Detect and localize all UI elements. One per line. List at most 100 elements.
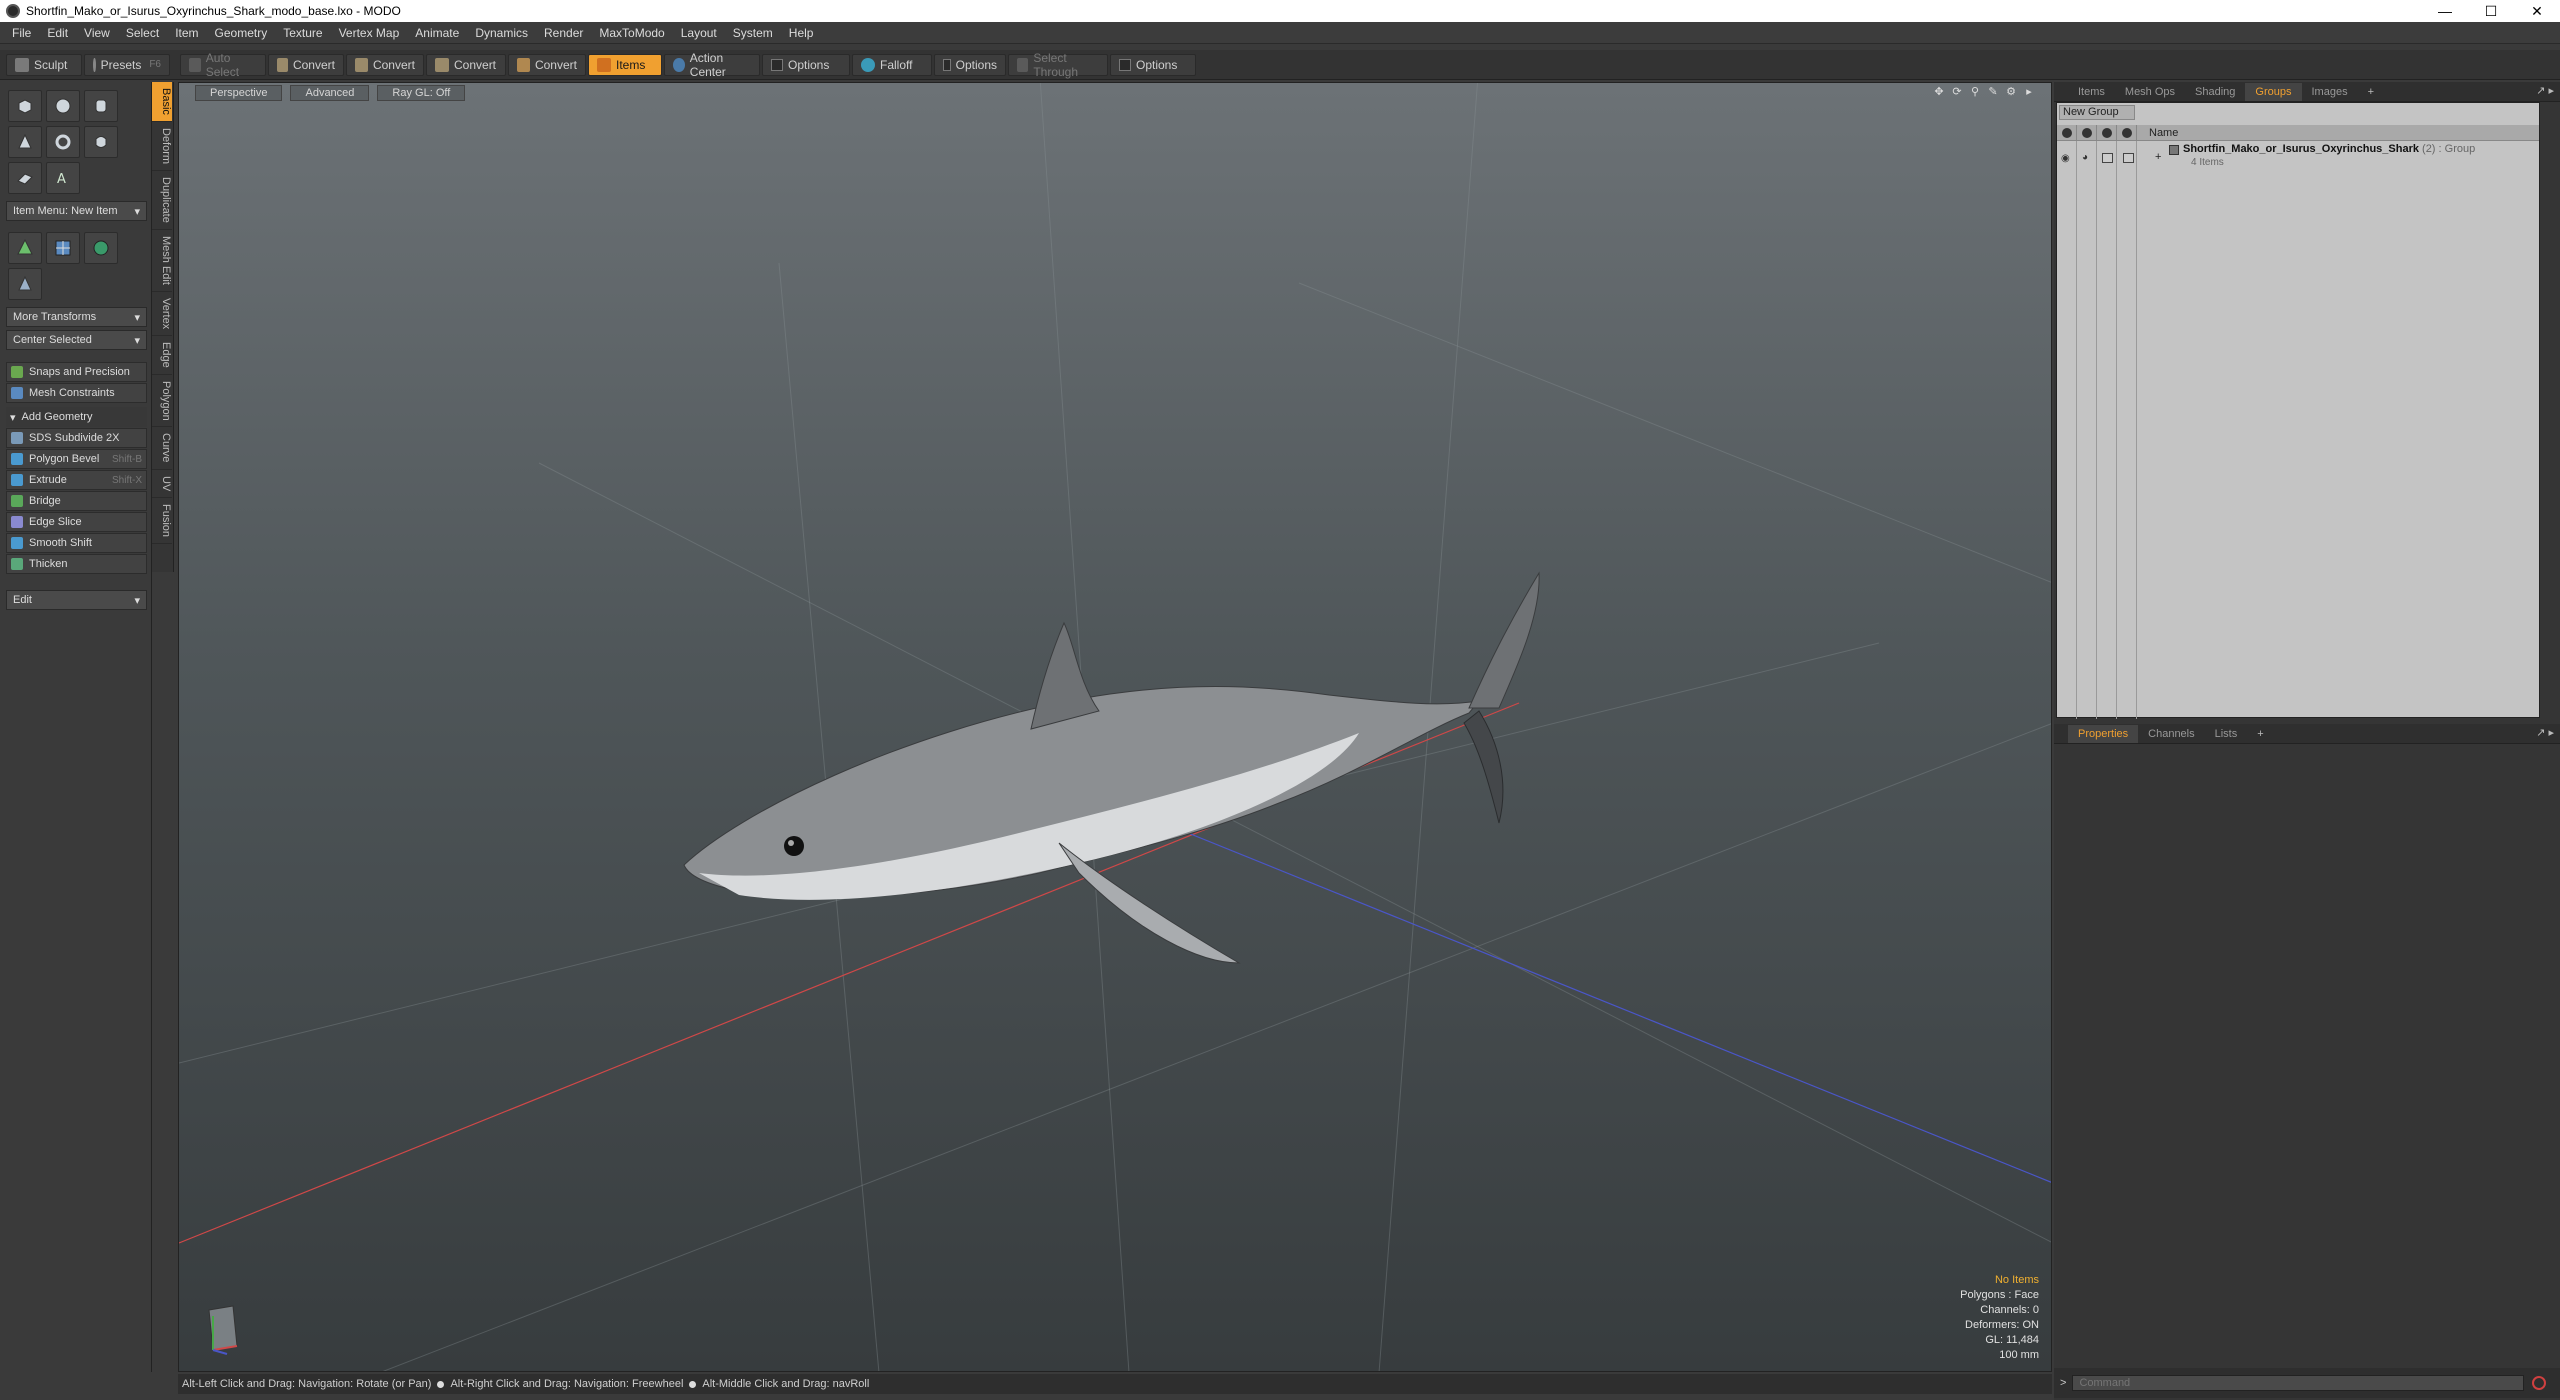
- perspective-tab[interactable]: Perspective: [195, 85, 283, 101]
- menu-help[interactable]: Help: [781, 22, 822, 44]
- menu-animate[interactable]: Animate: [407, 22, 467, 44]
- record-icon[interactable]: [2532, 1376, 2547, 1390]
- eye-icon[interactable]: ◉: [2061, 153, 2070, 164]
- edge-slice-button[interactable]: Edge Slice: [6, 512, 147, 532]
- expand-panel-icon[interactable]: ↗ ▸: [2536, 84, 2554, 97]
- vtab-edge[interactable]: Edge: [152, 336, 172, 375]
- tab-lists[interactable]: Lists: [2205, 725, 2248, 743]
- maximize-icon[interactable]: ☐: [2468, 0, 2514, 22]
- polygon-bevel-button[interactable]: Polygon Bevel Shift-B: [6, 449, 147, 469]
- plane-icon[interactable]: [8, 162, 42, 194]
- falloff-button[interactable]: Falloff: [852, 53, 932, 76]
- cylinder-icon[interactable]: [84, 90, 118, 122]
- items-mode-button[interactable]: Items: [588, 53, 662, 76]
- options-checkbox[interactable]: [1119, 58, 1131, 71]
- sphere-icon[interactable]: [46, 90, 80, 122]
- item-menu-dropdown[interactable]: Item Menu: New Item ▾: [6, 201, 147, 221]
- mesh-constraints-button[interactable]: Mesh Constraints: [6, 383, 147, 403]
- render-column-icon[interactable]: [2077, 125, 2097, 141]
- visibility-column-icon[interactable]: [2057, 125, 2077, 141]
- tab-images[interactable]: Images: [2302, 83, 2358, 101]
- vtab-duplicate[interactable]: Duplicate: [152, 171, 172, 230]
- grid-tool-icon[interactable]: [46, 232, 80, 264]
- gear-icon[interactable]: ⚙: [2003, 85, 2019, 101]
- vtab-mesh-edit[interactable]: Mesh Edit: [152, 230, 172, 292]
- options-checkbox[interactable]: [771, 58, 783, 71]
- vtab-uv[interactable]: UV: [152, 470, 172, 499]
- brush-icon[interactable]: ✎: [1985, 85, 2001, 101]
- sds-subdivide-button[interactable]: SDS Subdivide 2X: [6, 428, 147, 448]
- menu-dynamics[interactable]: Dynamics: [467, 22, 536, 44]
- extrude-button[interactable]: Extrude Shift-X: [6, 470, 147, 490]
- menu-edit[interactable]: Edit: [39, 22, 76, 44]
- menu-geometry[interactable]: Geometry: [207, 22, 276, 44]
- center-selected-dropdown[interactable]: Center Selected ▾: [6, 330, 147, 350]
- capsule-icon[interactable]: [84, 126, 118, 158]
- action-center-button[interactable]: Action Center: [664, 51, 760, 79]
- add-tab-button[interactable]: +: [2358, 83, 2384, 101]
- close-icon[interactable]: ✕: [2514, 0, 2560, 22]
- text-tool-icon[interactable]: A: [46, 162, 80, 194]
- arrow-right-icon[interactable]: ▸: [2021, 85, 2037, 101]
- command-history-icon[interactable]: >: [2060, 1377, 2066, 1389]
- falloff-options-button[interactable]: Options: [934, 53, 1006, 76]
- pan-icon[interactable]: ✥: [1931, 85, 1947, 101]
- tab-mesh-ops[interactable]: Mesh Ops: [2115, 83, 2185, 101]
- menu-vertex-map[interactable]: Vertex Map: [331, 22, 408, 44]
- ray-gl-tab[interactable]: Ray GL: Off: [377, 85, 466, 101]
- vtab-deform[interactable]: Deform: [152, 122, 172, 171]
- lock-toggle-box[interactable]: [2102, 153, 2113, 163]
- new-group-button[interactable]: New Group: [2059, 105, 2135, 120]
- lock-column-icon[interactable]: [2097, 125, 2117, 141]
- tab-groups[interactable]: Groups: [2245, 82, 2302, 101]
- select-toggle-box[interactable]: [2123, 153, 2134, 163]
- tab-properties[interactable]: Properties: [2068, 724, 2139, 743]
- presets-button[interactable]: Presets F6: [84, 53, 170, 76]
- add-geometry-section[interactable]: ▾ Add Geometry: [6, 407, 147, 427]
- select-through-button[interactable]: Select Through: [1008, 51, 1108, 79]
- tab-channels[interactable]: Channels: [2138, 725, 2204, 743]
- 3d-viewport[interactable]: Perspective Advanced Ray GL: Off ✥ ⟳ ⚲ ✎…: [178, 82, 2052, 1372]
- rotate-icon[interactable]: ⟳: [1949, 85, 1965, 101]
- vtab-vertex[interactable]: Vertex: [152, 292, 172, 336]
- tab-items[interactable]: Items: [2068, 83, 2115, 101]
- group-row[interactable]: ◉ ◕ + Shortfin_Mako_or_Isurus_Oxyrinchus…: [2057, 141, 2539, 173]
- move-tool-icon[interactable]: [8, 232, 42, 264]
- menu-texture[interactable]: Texture: [275, 22, 330, 44]
- menu-maxtomodo[interactable]: MaxToModo: [591, 22, 672, 44]
- command-input[interactable]: [2072, 1375, 2525, 1391]
- convert-edge-button[interactable]: Convert: [346, 53, 424, 76]
- menu-select[interactable]: Select: [118, 22, 167, 44]
- auto-select-button[interactable]: Auto Select: [180, 51, 266, 79]
- smooth-shift-button[interactable]: Smooth Shift: [6, 533, 147, 553]
- menu-view[interactable]: View: [76, 22, 118, 44]
- menu-file[interactable]: File: [4, 22, 39, 44]
- render-toggle-icon[interactable]: ◕: [2082, 152, 2088, 163]
- select-through-options-button[interactable]: Options: [1110, 53, 1196, 76]
- torus-icon[interactable]: [46, 126, 80, 158]
- menu-render[interactable]: Render: [536, 22, 591, 44]
- convert-material-button[interactable]: Convert: [508, 53, 586, 76]
- add-props-tab-button[interactable]: +: [2247, 725, 2273, 743]
- menu-system[interactable]: System: [725, 22, 781, 44]
- tab-shading[interactable]: Shading: [2185, 83, 2245, 101]
- expand-panel-icon[interactable]: ↗ ▸: [2536, 726, 2554, 739]
- vtab-curve[interactable]: Curve: [152, 427, 172, 470]
- zoom-icon[interactable]: ⚲: [1967, 85, 1983, 101]
- vtab-basic[interactable]: Basic: [152, 82, 172, 122]
- convert-polygon-button[interactable]: Convert: [426, 53, 506, 76]
- minimize-icon[interactable]: —: [2422, 0, 2468, 22]
- name-column-header[interactable]: Name: [2137, 125, 2178, 140]
- expand-icon[interactable]: +: [2155, 151, 2161, 163]
- bridge-button[interactable]: Bridge: [6, 491, 147, 511]
- sculpt-button[interactable]: Sculpt: [6, 53, 82, 76]
- thicken-button[interactable]: Thicken: [6, 554, 147, 574]
- vtab-fusion[interactable]: Fusion: [152, 498, 172, 545]
- select-column-icon[interactable]: [2117, 125, 2137, 141]
- convert-vertex-button[interactable]: Convert: [268, 53, 344, 76]
- cone-icon[interactable]: [8, 126, 42, 158]
- menu-item[interactable]: Item: [167, 22, 206, 44]
- cube-icon[interactable]: [8, 90, 42, 122]
- globe-icon[interactable]: [84, 232, 118, 264]
- scale-tool-icon[interactable]: [8, 268, 42, 300]
